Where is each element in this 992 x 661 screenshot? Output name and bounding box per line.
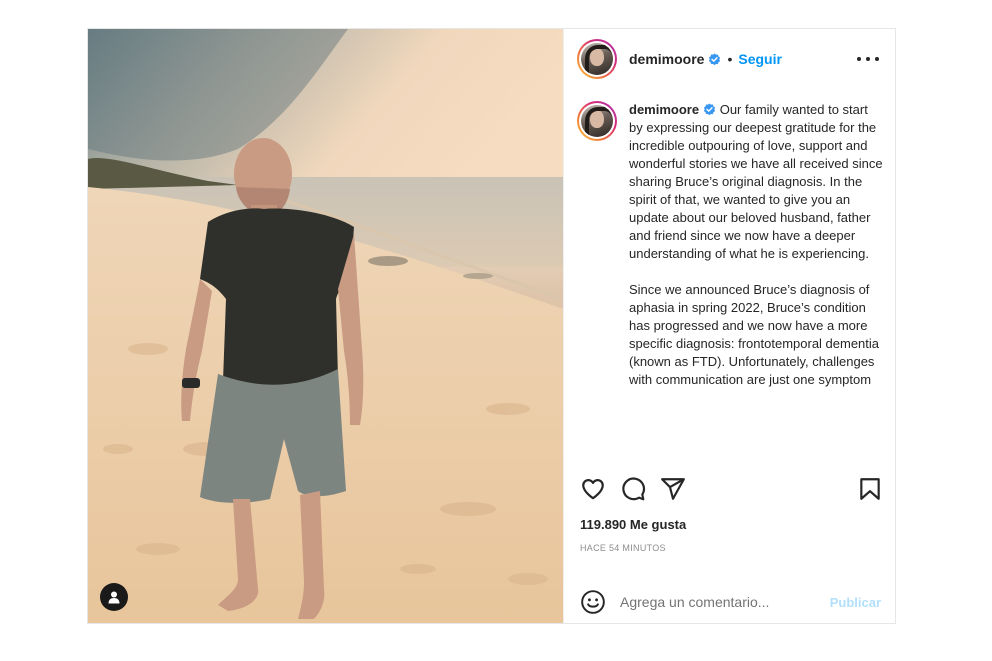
caption-section: demimoore Our family wanted to start by … [564, 91, 897, 457]
action-bar [564, 474, 897, 504]
publish-button[interactable]: Publicar [830, 595, 881, 610]
user-tag-glyph [108, 591, 120, 604]
post-header: demimoore • Seguir [564, 29, 897, 89]
caption-paragraph-1: Our family wanted to start by expressing… [629, 102, 883, 261]
bookmark-icon[interactable] [857, 476, 883, 502]
verified-badge-icon [704, 103, 716, 116]
emoji-icon[interactable] [580, 589, 606, 615]
separator-dot: • [727, 51, 733, 67]
heart-icon[interactable] [580, 476, 606, 502]
more-horizontal-icon[interactable] [857, 51, 879, 67]
user-tag-icon[interactable] [100, 583, 128, 611]
caption-paragraph-2: Since we announced Bruce’s diagnosis of … [629, 282, 880, 387]
comment-icon[interactable] [620, 476, 646, 502]
comment-form: Publicar [564, 582, 897, 622]
follow-button[interactable]: Seguir [738, 51, 782, 67]
likes-count[interactable]: 119.890 Me gusta [580, 517, 686, 532]
header-username[interactable]: demimoore [629, 51, 704, 67]
beach-scene-image [88, 29, 563, 623]
instagram-post: demimoore • Seguir demimoore Our family … [87, 28, 896, 624]
verified-badge-icon [709, 52, 721, 65]
post-side-panel: demimoore • Seguir demimoore Our family … [563, 29, 896, 623]
avatar[interactable] [577, 39, 617, 79]
comment-input[interactable] [620, 594, 820, 610]
caption-username[interactable]: demimoore [629, 102, 699, 117]
share-icon[interactable] [660, 476, 686, 502]
caption-text: demimoore Our family wanted to start by … [629, 101, 883, 457]
caption-avatar[interactable] [577, 101, 617, 141]
post-timestamp[interactable]: HACE 54 MINUTOS [580, 543, 666, 553]
post-photo[interactable] [88, 29, 563, 623]
